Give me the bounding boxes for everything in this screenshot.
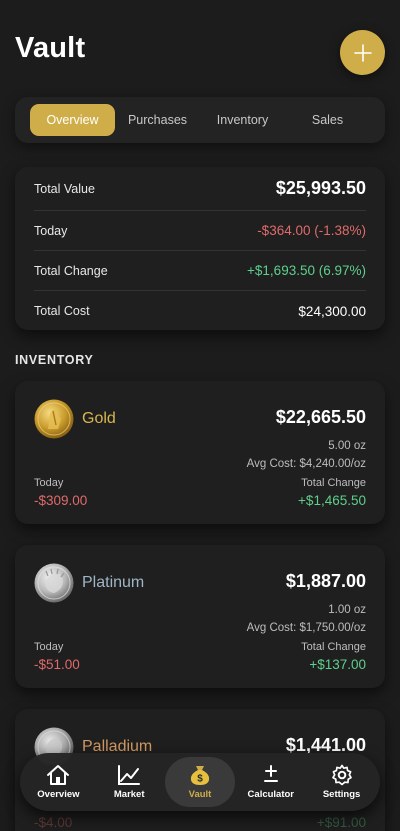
header: Vault [0, 0, 400, 92]
tab-sales[interactable]: Sales [285, 104, 370, 136]
inventory-section-title: INVENTORY [15, 353, 94, 367]
metal-value: $1,887.00 [285, 571, 366, 591]
today-row: Today -$364.00 (-1.38%) [34, 211, 366, 251]
bottom-nav: Overview Market $ Vault Calculator Setti… [20, 753, 380, 811]
metal-avg-cost: Avg Cost: $1,750.00/oz [246, 622, 366, 634]
tab-purchases[interactable]: Purchases [115, 104, 200, 136]
nav-settings-label: Settings [322, 789, 361, 800]
nav-overview-label: Overview [37, 789, 80, 800]
total-change-row: Total Change +$1,693.50 (6.97%) [34, 251, 366, 291]
metal-today-value: -$309.00 [34, 493, 88, 508]
total-value-row: Total Value $25,993.50 [34, 167, 366, 211]
total-cost-value: $24,300.00 [298, 303, 366, 319]
metal-ounces: 5.00 oz [328, 440, 366, 452]
total-change-label: Total Change [34, 263, 108, 278]
metal-total-change-value: +$1,465.50 [298, 493, 366, 508]
metal-value: $22,665.50 [275, 407, 366, 427]
nav-market-label: Market [113, 789, 145, 800]
today-value: -$364.00 (-1.38%) [257, 223, 366, 238]
metal-today-label: Today [34, 641, 64, 653]
total-cost-label: Total Cost [34, 304, 90, 318]
page-title: Vault [15, 32, 86, 64]
svg-text:$: $ [197, 774, 203, 785]
total-value-label: Total Value [34, 181, 95, 196]
gear-icon [331, 764, 352, 786]
metal-total-change-value: +$137.00 [309, 657, 366, 672]
tab-inventory[interactable]: Inventory [200, 104, 285, 136]
inventory-card-gold[interactable]: Gold $22,665.50 5.00 oz Avg Cost: $4,240… [15, 381, 385, 524]
total-value: $25,993.50 [275, 178, 366, 198]
nav-calculator[interactable]: Calculator [235, 757, 306, 807]
palladium-total-change-value: +$91.00 [316, 815, 366, 830]
total-change-value: +$1,693.50 (6.97%) [247, 263, 366, 278]
segmented-tabs: Overview Purchases Inventory Sales [15, 97, 385, 143]
plus-icon [353, 43, 372, 62]
metal-name: Platinum [82, 574, 145, 591]
chart-line-icon [118, 765, 141, 785]
nav-vault[interactable]: $ Vault [164, 757, 236, 807]
metal-today-value: -$51.00 [34, 657, 80, 672]
metal-name: Gold [82, 410, 116, 427]
add-button[interactable] [340, 30, 385, 75]
metal-total-change-label: Total Change [301, 641, 366, 653]
nav-market[interactable]: Market [94, 757, 165, 807]
metal-avg-cost: Avg Cost: $4,240.00/oz [246, 458, 366, 470]
metal-today-label: Today [34, 477, 64, 489]
plus-minus-icon [263, 765, 278, 782]
home-icon [47, 765, 70, 785]
today-label: Today [34, 223, 68, 238]
money-bag-icon: $ [190, 766, 210, 785]
platinum-coin-icon [34, 563, 74, 603]
palladium-today-value: -$4.00 [34, 815, 73, 830]
nav-overview[interactable]: Overview [23, 757, 94, 807]
tab-overview[interactable]: Overview [30, 104, 115, 136]
nav-vault-label: Vault [188, 789, 212, 800]
metal-total-change-label: Total Change [301, 477, 366, 489]
summary-card: Total Value $25,993.50 Today -$364.00 (-… [15, 167, 385, 330]
total-cost-row: Total Cost $24,300.00 [34, 291, 366, 331]
metal-ounces: 1.00 oz [328, 604, 366, 616]
inventory-card-platinum[interactable]: Platinum $1,887.00 1.00 oz Avg Cost: $1,… [15, 545, 385, 688]
gold-coin-icon [34, 399, 74, 439]
nav-settings[interactable]: Settings [306, 757, 377, 807]
nav-calculator-label: Calculator [247, 789, 295, 800]
